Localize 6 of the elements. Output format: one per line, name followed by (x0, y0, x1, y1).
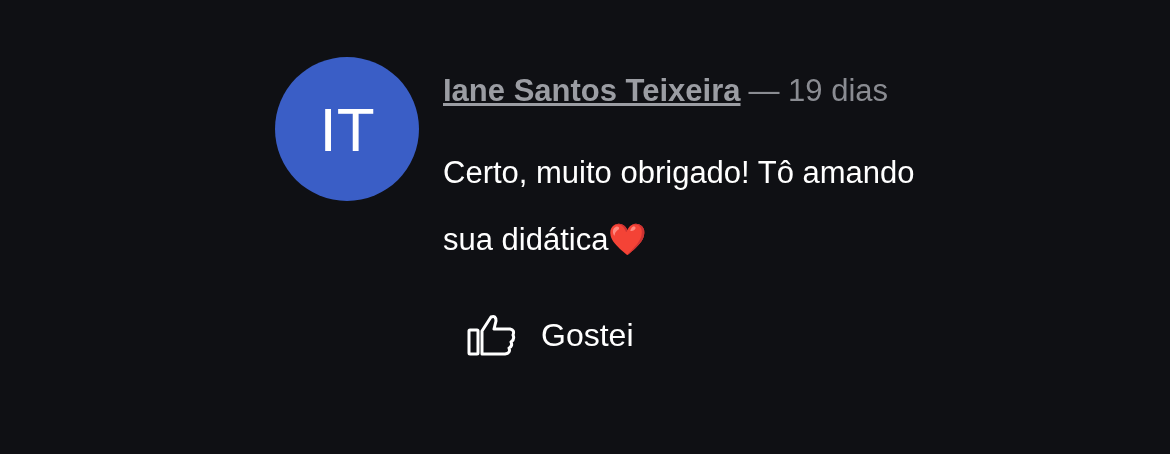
comment-text: Certo, muito obrigado! Tô amando sua didática❤ (443, 154, 916, 259)
thumbs-up-icon (467, 313, 517, 357)
author-link[interactable]: Iane Santos Teixeira (443, 73, 741, 108)
avatar: IT (275, 57, 419, 201)
comment-age: — 19 dias (748, 73, 889, 108)
like-button[interactable]: Gostei (467, 313, 634, 357)
